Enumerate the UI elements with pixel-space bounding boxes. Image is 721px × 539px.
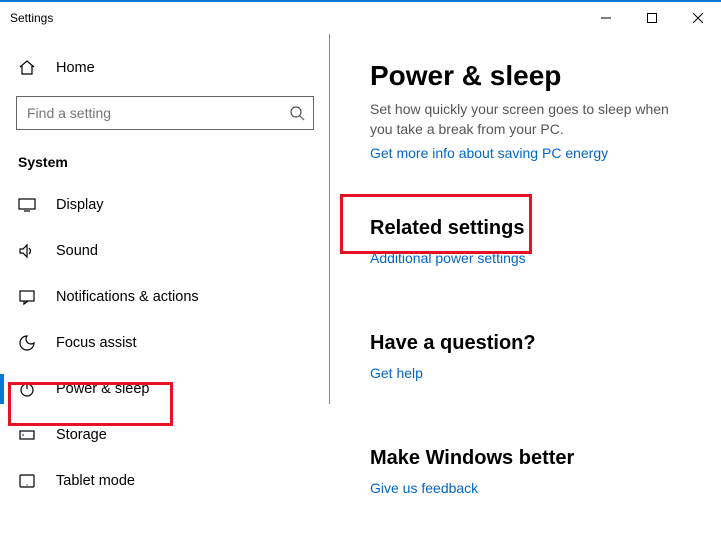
sidebar-item-display[interactable]: Display <box>0 182 330 228</box>
sound-icon <box>18 242 36 260</box>
sidebar: Home System Display Sound Notifications … <box>0 34 330 537</box>
home-icon <box>18 59 36 77</box>
highlight-box-nav <box>8 382 173 426</box>
sidebar-section-header: System <box>0 146 330 182</box>
sidebar-item-tablet-mode[interactable]: Tablet mode <box>0 458 330 504</box>
link-give-feedback[interactable]: Give us feedback <box>370 480 478 496</box>
close-button[interactable] <box>675 2 721 34</box>
search-icon <box>289 105 305 121</box>
sidebar-item-notifications[interactable]: Notifications & actions <box>0 274 330 320</box>
focus-assist-icon <box>18 334 36 352</box>
page-description: Set how quickly your screen goes to slee… <box>370 100 690 139</box>
minimize-icon <box>601 13 611 23</box>
sidebar-item-label: Storage <box>56 427 107 443</box>
highlight-box-related <box>340 194 532 254</box>
page-title: Power & sleep <box>370 60 693 92</box>
maximize-icon <box>647 13 657 23</box>
close-icon <box>693 13 703 23</box>
link-get-help[interactable]: Get help <box>370 365 423 381</box>
have-question-heading: Have a question? <box>370 332 693 355</box>
sidebar-item-label: Notifications & actions <box>56 289 199 305</box>
search-input[interactable] <box>27 105 289 121</box>
sidebar-item-label: Focus assist <box>56 335 137 351</box>
sidebar-item-focus-assist[interactable]: Focus assist <box>0 320 330 366</box>
display-icon <box>18 196 36 214</box>
search-box[interactable] <box>16 96 314 130</box>
tablet-icon <box>18 472 36 490</box>
minimize-button[interactable] <box>583 2 629 34</box>
maximize-button[interactable] <box>629 2 675 34</box>
link-more-info[interactable]: Get more info about saving PC energy <box>370 145 608 161</box>
sidebar-home-label: Home <box>56 60 95 76</box>
sidebar-item-sound[interactable]: Sound <box>0 228 330 274</box>
sidebar-item-label: Tablet mode <box>56 473 135 489</box>
titlebar: Settings <box>0 2 721 34</box>
storage-icon <box>18 426 36 444</box>
make-windows-better-heading: Make Windows better <box>370 447 693 470</box>
sidebar-item-label: Display <box>56 197 104 213</box>
notifications-icon <box>18 288 36 306</box>
sidebar-item-label: Sound <box>56 243 98 259</box>
window-title: Settings <box>10 11 53 25</box>
sidebar-home[interactable]: Home <box>0 46 330 90</box>
main-content: Power & sleep Set how quickly your scree… <box>330 34 721 537</box>
